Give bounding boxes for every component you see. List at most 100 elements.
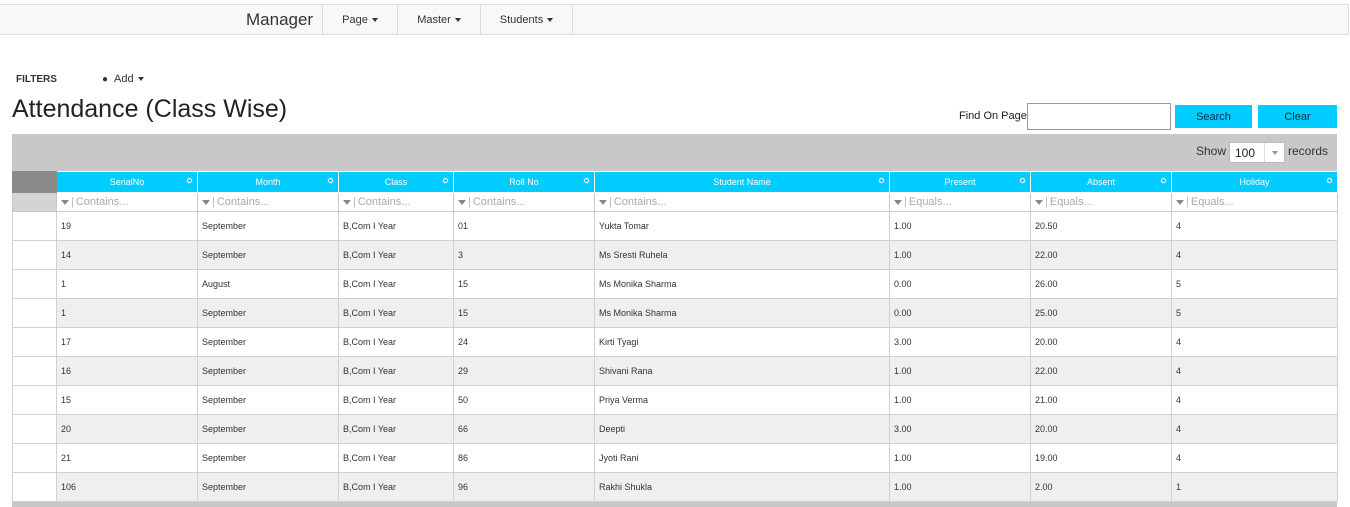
table-row[interactable]: 19 September B,Com I Year 01 Yukta Tomar…	[12, 211, 1338, 241]
row-selector-header	[12, 171, 57, 193]
cell-serialno: 1	[56, 269, 198, 299]
cell-month: August	[197, 269, 339, 299]
table-row[interactable]: 21 September B,Com I Year 86 Jyoti Rani …	[12, 443, 1338, 473]
cell-holiday: 1	[1171, 472, 1338, 502]
filter-icon[interactable]	[61, 199, 69, 205]
table-row[interactable]: 16 September B,Com I Year 29 Shivani Ran…	[12, 356, 1338, 386]
cell-holiday: 4	[1171, 327, 1338, 357]
row-selector[interactable]	[12, 414, 57, 444]
column-header-month[interactable]: Month	[197, 171, 339, 193]
cell-present: 1.00	[889, 443, 1031, 473]
column-header-rollno[interactable]: Roll No	[453, 171, 595, 193]
column-header-serialno[interactable]: SerialNo	[56, 171, 198, 193]
gear-icon[interactable]	[327, 177, 334, 184]
gear-icon[interactable]	[878, 177, 885, 184]
filter-input-absent[interactable]: | Equals...	[1030, 192, 1172, 212]
filter-input-present[interactable]: | Equals...	[889, 192, 1031, 212]
find-on-page-input[interactable]	[1027, 103, 1171, 130]
search-button[interactable]: Search	[1175, 105, 1252, 128]
column-header-student-name[interactable]: Student Name	[594, 171, 890, 193]
filter-placeholder: Contains...	[357, 196, 411, 208]
filter-icon[interactable]	[1176, 199, 1184, 205]
table-row[interactable]: 106 September B,Com I Year 96 Rakhi Shuk…	[12, 472, 1338, 502]
nav-menu-master[interactable]: Master	[397, 5, 480, 34]
cell-holiday: 4	[1171, 414, 1338, 444]
filter-input-rollno[interactable]: | Contains...	[453, 192, 595, 212]
row-selector[interactable]	[12, 269, 57, 299]
filter-icon[interactable]	[599, 199, 607, 205]
clear-button[interactable]: Clear	[1258, 105, 1337, 128]
filter-input-serialno[interactable]: | Contains...	[56, 192, 198, 212]
filter-placeholder: Contains...	[75, 196, 129, 208]
nav-menu-label: Master	[417, 13, 451, 26]
table-row[interactable]: 20 September B,Com I Year 66 Deepti 3.00…	[12, 414, 1338, 444]
column-header-label: Student Name	[713, 177, 771, 187]
brand-title[interactable]: Manager	[246, 10, 313, 30]
dropdown-arrow-icon[interactable]	[1264, 143, 1284, 162]
records-label: records	[1288, 144, 1329, 158]
caret-down-icon	[137, 77, 144, 81]
column-header-absent[interactable]: Absent	[1030, 171, 1172, 193]
gear-icon[interactable]	[583, 177, 590, 184]
add-filter-dropdown[interactable]: ● Add	[102, 73, 144, 85]
cell-class: B,Com I Year	[338, 472, 454, 502]
cell-holiday: 5	[1171, 298, 1338, 328]
column-header-class[interactable]: Class	[338, 171, 454, 193]
row-selector[interactable]	[12, 240, 57, 270]
cell-present: 0.00	[889, 298, 1031, 328]
cell-class: B,Com I Year	[338, 414, 454, 444]
cell-student-name: Ms Sresti Ruhela	[594, 240, 890, 270]
row-selector[interactable]	[12, 472, 57, 502]
gear-icon[interactable]	[186, 177, 193, 184]
filter-icon[interactable]	[343, 199, 351, 205]
row-selector[interactable]	[12, 327, 57, 357]
cell-serialno: 16	[56, 356, 198, 386]
cell-rollno: 3	[453, 240, 595, 270]
cell-present: 3.00	[889, 414, 1031, 444]
table-row[interactable]: 17 September B,Com I Year 24 Kirti Tyagi…	[12, 327, 1338, 357]
filter-icon[interactable]	[1035, 199, 1043, 205]
filter-icon[interactable]	[202, 199, 210, 205]
row-selector-filter	[12, 192, 57, 212]
cell-serialno: 106	[56, 472, 198, 502]
table-body: 19 September B,Com I Year 01 Yukta Tomar…	[12, 211, 1338, 502]
column-header-present[interactable]: Present	[889, 171, 1031, 193]
cell-class: B,Com I Year	[338, 356, 454, 386]
gear-icon[interactable]	[1019, 177, 1026, 184]
page-size-select[interactable]: 100	[1229, 142, 1285, 163]
cell-rollno: 15	[453, 298, 595, 328]
row-selector[interactable]	[12, 385, 57, 415]
gear-icon[interactable]	[442, 177, 449, 184]
filter-input-class[interactable]: | Contains...	[338, 192, 454, 212]
header-row: SerialNo Month Class Roll No Student Nam…	[12, 171, 1338, 193]
gear-icon[interactable]	[1160, 177, 1167, 184]
filter-input-holiday[interactable]: | Equals...	[1171, 192, 1338, 212]
cell-absent: 20.00	[1030, 414, 1172, 444]
row-selector[interactable]	[12, 443, 57, 473]
nav-menu-students[interactable]: Students	[480, 5, 573, 34]
row-selector[interactable]	[12, 356, 57, 386]
filter-input-month[interactable]: | Contains...	[197, 192, 339, 212]
table-row[interactable]: 1 August B,Com I Year 15 Ms Monika Sharm…	[12, 269, 1338, 299]
cell-month: September	[197, 443, 339, 473]
column-header-holiday[interactable]: Holiday	[1171, 171, 1338, 193]
table-row[interactable]: 15 September B,Com I Year 50 Priya Verma…	[12, 385, 1338, 415]
cell-month: September	[197, 327, 339, 357]
show-label: Show	[1196, 144, 1227, 158]
table-row[interactable]: 14 September B,Com I Year 3 Ms Sresti Ru…	[12, 240, 1338, 270]
cell-month: September	[197, 414, 339, 444]
table-row[interactable]: 1 September B,Com I Year 15 Ms Monika Sh…	[12, 298, 1338, 328]
gear-icon[interactable]	[1326, 177, 1333, 184]
row-selector[interactable]	[12, 298, 57, 328]
row-selector[interactable]	[12, 211, 57, 241]
cell-serialno: 20	[56, 414, 198, 444]
filter-input-student-name[interactable]: | Contains...	[594, 192, 890, 212]
find-on-page-label: Find On Page	[959, 110, 1027, 122]
cell-serialno: 15	[56, 385, 198, 415]
cell-class: B,Com I Year	[338, 211, 454, 241]
nav-menu-page[interactable]: Page	[322, 5, 397, 34]
cell-absent: 19.00	[1030, 443, 1172, 473]
filter-placeholder: Equals...	[1049, 196, 1093, 208]
filter-icon[interactable]	[894, 199, 902, 205]
filter-icon[interactable]	[458, 199, 466, 205]
